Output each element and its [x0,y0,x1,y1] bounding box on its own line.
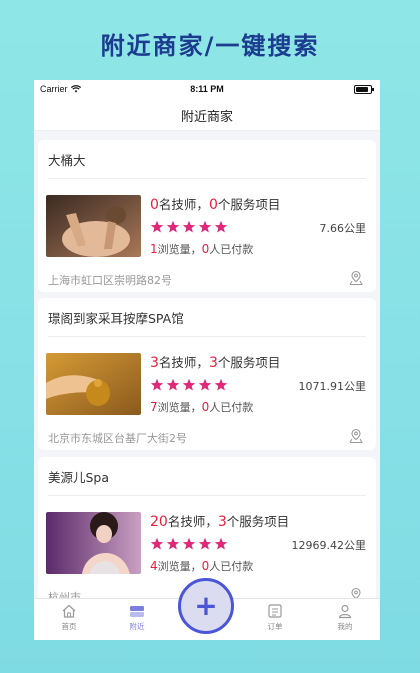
shop-name: 大桶大 [48,153,86,168]
view-label: 浏览量， [157,401,202,414]
star-icon [198,378,212,391]
location-pin-icon[interactable] [348,270,364,286]
user-icon [338,604,352,619]
paid-label: 人已付款 [209,560,254,573]
location-pin-icon[interactable] [348,428,364,444]
views-line: 1浏览量，0人已付款 [150,241,253,257]
shop-address: 北京市东城区台基厂大街2号 [48,432,187,445]
tab-mine-label: 我的 [337,622,353,631]
technician-label: 名技师， [158,355,209,370]
divider [48,336,366,337]
rating-stars [150,378,228,392]
shop-card[interactable]: 璟阁到家采耳按摩SPA馆 3名技师，3个服务项目 1071.91公里 7浏览量，… [38,298,376,450]
nav-bar: 附近商家 [34,98,380,131]
star-icon [182,378,196,391]
star-icon [214,220,228,233]
home-icon [62,604,76,618]
rating-stars [150,220,228,234]
star-icon [166,220,180,233]
tab-home-label: 首页 [61,622,77,631]
star-icon [182,537,196,550]
technician-label: 名技师， [158,197,209,212]
page-title: 附近商家 [180,110,233,125]
star-icon [198,220,212,233]
star-icon [214,378,228,391]
orders-icon [268,604,282,618]
view-count: 1 [150,242,158,256]
tab-orders[interactable]: 订单 [250,603,300,632]
service-label: 个服务项目 [217,355,281,370]
views-line: 4浏览量，0人已付款 [150,558,253,574]
star-icon [150,378,164,391]
technician-count: 0 [150,197,159,213]
shop-name: 璟阁到家采耳按摩SPA馆 [48,311,184,326]
service-label: 个服务项目 [226,514,290,529]
status-bar: Carrier 8:11 PM [34,80,380,98]
shop-thumbnail [46,512,141,574]
distance: 1071.91公里 [298,380,367,393]
service-count: 0 [208,197,218,213]
nearby-icon [130,606,144,617]
star-icon [150,537,164,550]
views-line: 7浏览量，0人已付款 [150,399,253,415]
view-label: 浏览量， [157,243,202,256]
stats-line: 3名技师，3个服务项目 [150,352,280,371]
tab-nearby-label: 附近 [129,622,145,631]
divider [48,178,366,179]
paid-label: 人已付款 [209,401,254,414]
promo-title: 附近商家/一键搜索 [100,32,320,60]
star-icon [198,537,212,550]
technician-count: 3 [150,355,159,371]
stats-line: 20名技师，3个服务项目 [150,511,289,530]
view-count: 7 [150,400,158,414]
add-button[interactable]: + [178,578,234,634]
phone-screen: Carrier 8:11 PM 附近商家 大桶大 0名技师，0个服务项目 7.6… [34,80,380,640]
service-label: 个服务项目 [217,197,281,212]
technician-count: 20 [150,514,168,530]
shop-thumbnail [46,353,141,415]
status-time: 8:11 PM [190,84,224,94]
tab-nearby[interactable]: 附近 [112,603,162,632]
technician-label: 名技师， [167,514,218,529]
shop-address: 上海市虹口区崇明路82号 [48,274,172,287]
star-icon [150,220,164,233]
service-count: 3 [217,514,227,530]
star-icon [214,537,228,550]
tab-orders-label: 订单 [267,622,283,631]
battery-icon [354,85,374,94]
shop-card[interactable]: 大桶大 0名技师，0个服务项目 7.66公里 1浏览量，0人已付款 上海市虹口区… [38,140,376,292]
distance: 7.66公里 [319,222,367,235]
star-icon [166,378,180,391]
tab-home[interactable]: 首页 [44,603,94,632]
paid-label: 人已付款 [209,243,254,256]
shop-name: 美源儿Spa [48,470,110,485]
star-icon [166,537,180,550]
tab-mine[interactable]: 我的 [320,603,370,632]
star-icon [182,220,196,233]
plus-icon: + [194,589,218,622]
service-count: 3 [208,355,218,371]
distance: 12969.42公里 [291,539,367,552]
shop-thumbnail [46,195,141,257]
rating-stars [150,537,228,551]
divider [48,495,366,496]
stats-line: 0名技师，0个服务项目 [150,194,280,213]
view-count: 4 [150,559,158,573]
view-label: 浏览量， [157,560,202,573]
